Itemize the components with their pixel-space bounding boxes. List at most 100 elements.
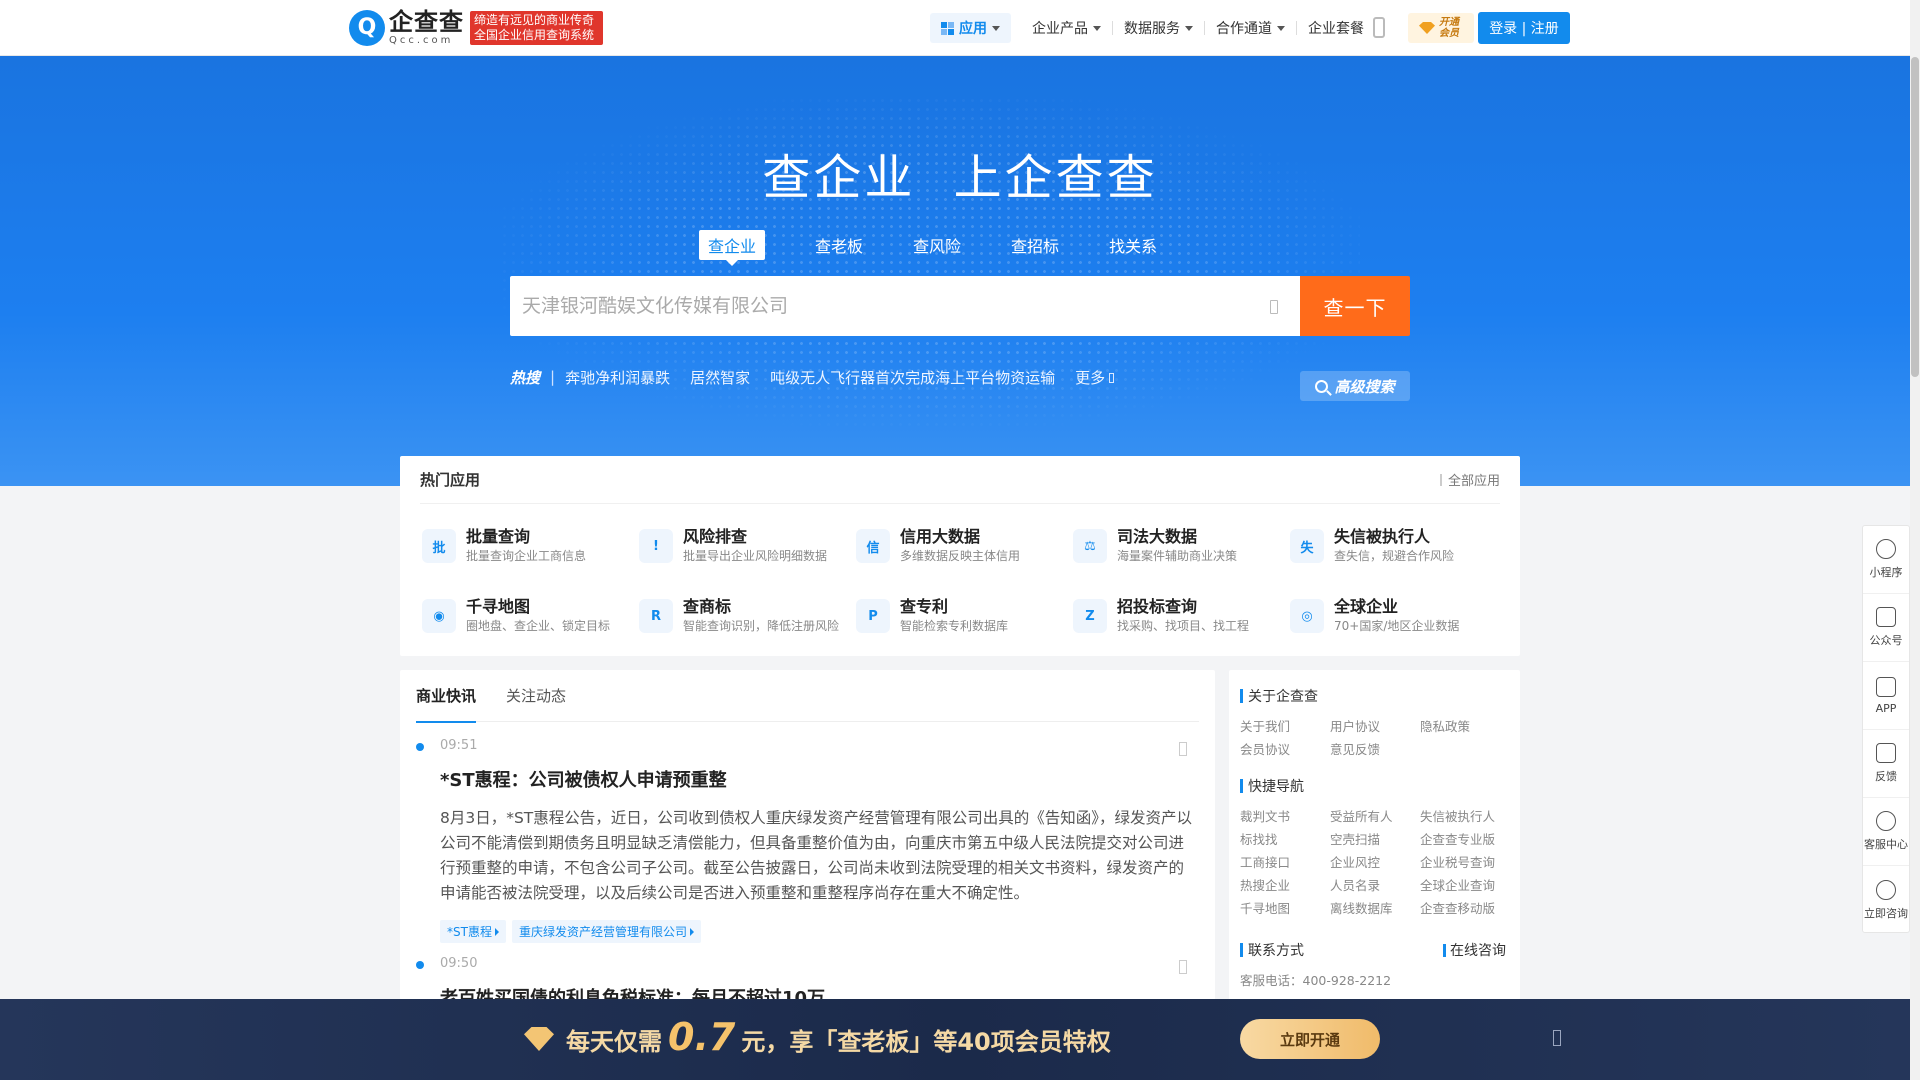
- news-tag-label: *ST惠程: [447, 925, 492, 939]
- timeline-dot: [416, 743, 424, 751]
- advanced-search-button[interactable]: 高级搜索: [1300, 371, 1410, 401]
- tab-search-boss[interactable]: 查老板: [815, 230, 863, 260]
- quick-nav-link[interactable]: 全球企业查询: [1420, 875, 1495, 894]
- tab-business-news[interactable]: 商业快讯: [416, 670, 477, 723]
- nav-enterprise-products[interactable]: 企业产品: [1021, 13, 1112, 43]
- app-desc: 批量查询企业工商信息: [466, 549, 587, 563]
- all-apps-label: 全部应用: [1447, 474, 1500, 489]
- all-apps-link[interactable]: 全部应用: [1439, 470, 1500, 489]
- quick-nav-link[interactable]: 工商接口: [1240, 852, 1290, 871]
- nav-partnership[interactable]: 合作通道: [1205, 13, 1296, 43]
- app-desc: 查失信，规避合作风险: [1334, 549, 1455, 563]
- quick-nav-link[interactable]: 裁判文书: [1240, 806, 1290, 825]
- globe-icon: ◎: [1290, 599, 1324, 633]
- nav-apps[interactable]: 应用: [930, 13, 1011, 43]
- more-hot-search-link[interactable]: 更多: [1075, 367, 1115, 388]
- mobile-app-icon: [1876, 676, 1896, 697]
- app-glyph: ◎: [1301, 608, 1313, 624]
- hot-search-link[interactable]: 居然智家: [690, 367, 750, 388]
- mobile-phone-icon[interactable]: [1373, 17, 1385, 38]
- quick-nav-link[interactable]: 人员名录: [1330, 875, 1380, 894]
- caret-right-icon: [494, 927, 499, 936]
- app-glyph: 批: [432, 540, 446, 556]
- news-tag[interactable]: *ST惠程: [440, 920, 506, 943]
- footer-link[interactable]: 关于我们: [1240, 716, 1290, 735]
- float-official-account[interactable]: 公众号: [1863, 594, 1909, 662]
- logo-slogan: 缔造有远见的商业传奇 全国企业信用查询系统: [470, 10, 603, 45]
- bookmark-icon[interactable]: [1179, 742, 1187, 756]
- app-batch-search[interactable]: 批 批量查询 批量查询企业工商信息: [422, 524, 632, 568]
- online-consult-link[interactable]: 在线咨询: [1443, 940, 1506, 960]
- footer-link[interactable]: 会员协议: [1240, 739, 1290, 758]
- about-section-title: 关于企查查: [1240, 686, 1318, 706]
- caret-right-icon: [689, 927, 694, 936]
- footer-link[interactable]: 用户协议: [1330, 716, 1380, 735]
- quick-nav-link[interactable]: 企业风控: [1330, 852, 1380, 871]
- app-desc: 批量导出企业风险明细数据: [683, 549, 828, 563]
- app-map[interactable]: ◉ 千寻地图 圈地盘、查企业、锁定目标: [422, 594, 632, 638]
- open-now-button[interactable]: 立即开通: [1240, 1019, 1380, 1059]
- quick-nav-link[interactable]: 离线数据库: [1330, 898, 1393, 917]
- quick-nav-link[interactable]: 失信被执行人: [1420, 806, 1495, 825]
- login-register-button[interactable]: 登录 | 注册: [1478, 12, 1570, 44]
- app-risk-check[interactable]: ! 风险排查 批量导出企业风险明细数据: [639, 524, 849, 568]
- news-title[interactable]: 老百姓买国债的利息免税标准：每月不超过10万: [440, 984, 825, 1000]
- news-tabs: 商业快讯 关注动态: [416, 670, 1199, 723]
- open-vip-button[interactable]: 开通会员: [1408, 13, 1474, 43]
- app-trademark[interactable]: R 查商标 智能查询识别，降低注册风险: [639, 594, 849, 638]
- quick-nav-link[interactable]: 热搜企业: [1240, 875, 1290, 894]
- quick-nav-link[interactable]: 企查查专业版: [1420, 829, 1495, 848]
- quick-nav-link[interactable]: 千寻地图: [1240, 898, 1290, 917]
- quick-nav-link[interactable]: 空壳扫描: [1330, 829, 1380, 848]
- tab-follow-updates[interactable]: 关注动态: [506, 670, 566, 722]
- hot-search-link[interactable]: 吨级无人飞行器首次完成海上平台物资运输: [770, 367, 1055, 388]
- app-desc: 多维数据反映主体信用: [900, 549, 1021, 563]
- app-bidding[interactable]: Z 招投标查询 找采购、找项目、找工程: [1073, 594, 1283, 638]
- tab-find-relations[interactable]: 找关系: [1109, 230, 1157, 260]
- app-name: 招投标查询: [1117, 597, 1198, 616]
- app-glyph: R: [650, 608, 661, 624]
- app-judicial-data[interactable]: ⚖ 司法大数据 海量案件辅助商业决策: [1073, 524, 1283, 568]
- app-credit-data[interactable]: 信 信用大数据 多维数据反映主体信用: [856, 524, 1066, 568]
- float-mini-program[interactable]: 小程序: [1863, 526, 1909, 594]
- scrollbar-thumb[interactable]: [1911, 57, 1919, 377]
- tab-search-risk[interactable]: 查风险: [913, 230, 961, 260]
- app-patent[interactable]: P 查专利 智能检索专利数据库: [856, 594, 1066, 638]
- site-logo[interactable]: Q 企查查 Qcc.com 缔造有远见的商业传奇 全国企业信用查询系统: [349, 9, 603, 46]
- float-service-center[interactable]: 客服中心: [1863, 798, 1909, 866]
- float-label: 小程序: [1869, 566, 1903, 579]
- contact-title: 联系方式: [1248, 943, 1304, 959]
- float-app[interactable]: APP: [1863, 662, 1909, 730]
- hot-search-link[interactable]: 奔驰净利润暴跌: [565, 367, 670, 388]
- footer-link[interactable]: 意见反馈: [1330, 739, 1380, 758]
- search-input[interactable]: [510, 276, 1300, 336]
- news-title[interactable]: *ST惠程：公司被债权人申请预重整: [440, 766, 727, 792]
- float-consult-now[interactable]: 立即咨询: [1863, 866, 1909, 934]
- tab-search-company[interactable]: 查企业: [699, 230, 766, 266]
- app-name: 司法大数据: [1117, 527, 1198, 546]
- app-dishonest-list[interactable]: 失 失信被执行人 查失信，规避合作风险: [1290, 524, 1500, 568]
- app-name: 失信被执行人: [1334, 527, 1431, 546]
- app-global-enterprise[interactable]: ◎ 全球企业 70+国家/地区企业数据: [1290, 594, 1500, 638]
- app-grid-icon: [941, 21, 954, 35]
- chevron-down-icon: [1277, 25, 1285, 31]
- close-icon[interactable]: [1553, 1030, 1561, 1046]
- chat-bubble-icon: [1876, 879, 1896, 900]
- credit-data-icon: 信: [856, 529, 890, 563]
- app-name: 查专利: [900, 597, 949, 616]
- quick-nav-link[interactable]: 受益所有人: [1330, 806, 1393, 825]
- clear-input-icon[interactable]: [1270, 300, 1278, 314]
- bookmark-icon[interactable]: [1179, 960, 1187, 974]
- tab-search-bidding[interactable]: 查招标: [1011, 230, 1059, 260]
- footer-link[interactable]: 隐私政策: [1420, 716, 1470, 735]
- nav-data-services[interactable]: 数据服务: [1113, 13, 1204, 43]
- nav-enterprise-packages[interactable]: 企业套餐: [1297, 13, 1375, 43]
- quick-nav-link[interactable]: 标找找: [1240, 829, 1278, 848]
- quick-nav-link[interactable]: 企业税号查询: [1420, 852, 1495, 871]
- float-feedback[interactable]: 反馈: [1863, 730, 1909, 798]
- news-feed-panel: 商业快讯 关注动态 09:51 *ST惠程：公司被债权人申请预重整 8月3日，*…: [400, 670, 1215, 1000]
- news-tag[interactable]: 重庆绿发资产经营管理有限公司: [511, 920, 701, 943]
- search-button[interactable]: 查一下: [1300, 276, 1410, 336]
- section-marker: [1240, 943, 1243, 957]
- quick-nav-link[interactable]: 企查查移动版: [1420, 898, 1495, 917]
